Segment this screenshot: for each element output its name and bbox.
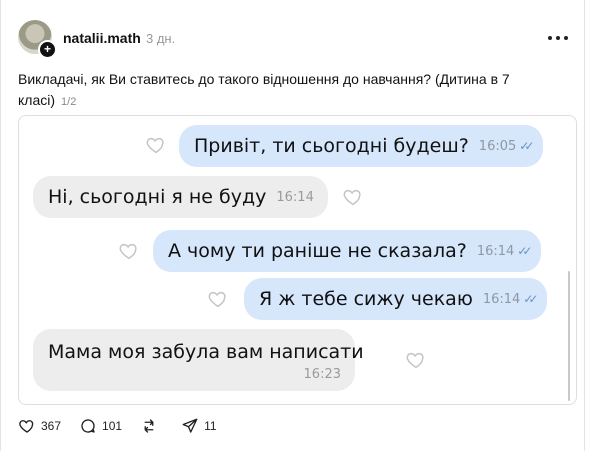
action-bar: 367 101 11 — [18, 416, 235, 436]
post-time: 3 дн. — [146, 31, 176, 46]
heart-icon — [406, 352, 424, 369]
read-ticks-icon: ✓✓ — [517, 244, 532, 258]
left-border — [0, 0, 1, 451]
message-time: 16:23 — [303, 367, 341, 382]
message-time: 16:05 — [478, 138, 517, 154]
comment-bubble-icon — [81, 419, 95, 433]
post-body: Викладачі, як Ви ставитесь до такого від… — [18, 71, 510, 108]
heart-icon — [146, 137, 164, 154]
like-button[interactable]: 367 — [18, 417, 61, 435]
message-text: Ні, сьогодні я не буду — [48, 186, 267, 208]
message-bubble: Ні, сьогодні я не буду 16:14 — [33, 176, 328, 218]
page-scrollbar[interactable] — [590, 0, 600, 451]
like-count: 367 — [41, 419, 62, 433]
plus-icon[interactable]: + — [38, 40, 57, 59]
heart-icon — [208, 291, 226, 308]
repost-button[interactable] — [140, 417, 163, 435]
message-text: Привіт, ти сьогодні будеш? — [194, 135, 469, 157]
share-count: 11 — [204, 419, 217, 433]
message-time: 16:14 — [276, 189, 314, 205]
message-bubble: Привіт, ти сьогодні будеш? 16:05 ✓✓ — [179, 125, 544, 167]
message-bubble: А чому ти раніше не сказала? 16:14 ✓✓ — [153, 230, 542, 272]
heart-icon — [119, 243, 137, 260]
repost-icon — [144, 419, 154, 433]
message-text: Я ж тебе сижу чекаю — [259, 288, 473, 310]
send-icon — [182, 418, 198, 433]
post-text: Викладачі, як Ви ставитесь до такого від… — [18, 69, 558, 113]
heart-icon — [343, 189, 361, 206]
chat-screenshot[interactable]: Привіт, ти сьогодні будеш? 16:05 ✓✓ Ні, … — [18, 115, 577, 405]
username-link[interactable]: natalii.math — [63, 30, 141, 46]
read-ticks-icon: ✓✓ — [519, 139, 534, 153]
message-text: А чому ти раніше не сказала? — [168, 240, 467, 262]
message-text: Мама моя забула вам написати — [48, 341, 364, 363]
comment-count: 101 — [102, 419, 123, 433]
chat-scrollbar — [568, 271, 570, 401]
message-time: 16:14 — [482, 291, 521, 307]
heart-icon — [19, 420, 34, 433]
comment-button[interactable]: 101 — [79, 417, 122, 435]
image-counter: 1/2 — [61, 96, 77, 108]
read-ticks-icon: ✓✓ — [523, 292, 538, 306]
more-icon[interactable] — [543, 28, 573, 48]
right-border — [584, 0, 585, 451]
message-time: 16:14 — [476, 243, 515, 259]
message-bubble: Я ж тебе сижу чекаю 16:14 ✓✓ — [244, 278, 548, 320]
message-bubble: Мама моя забула вам написати 16:23 — [33, 329, 364, 391]
share-button[interactable]: 11 — [181, 417, 217, 435]
